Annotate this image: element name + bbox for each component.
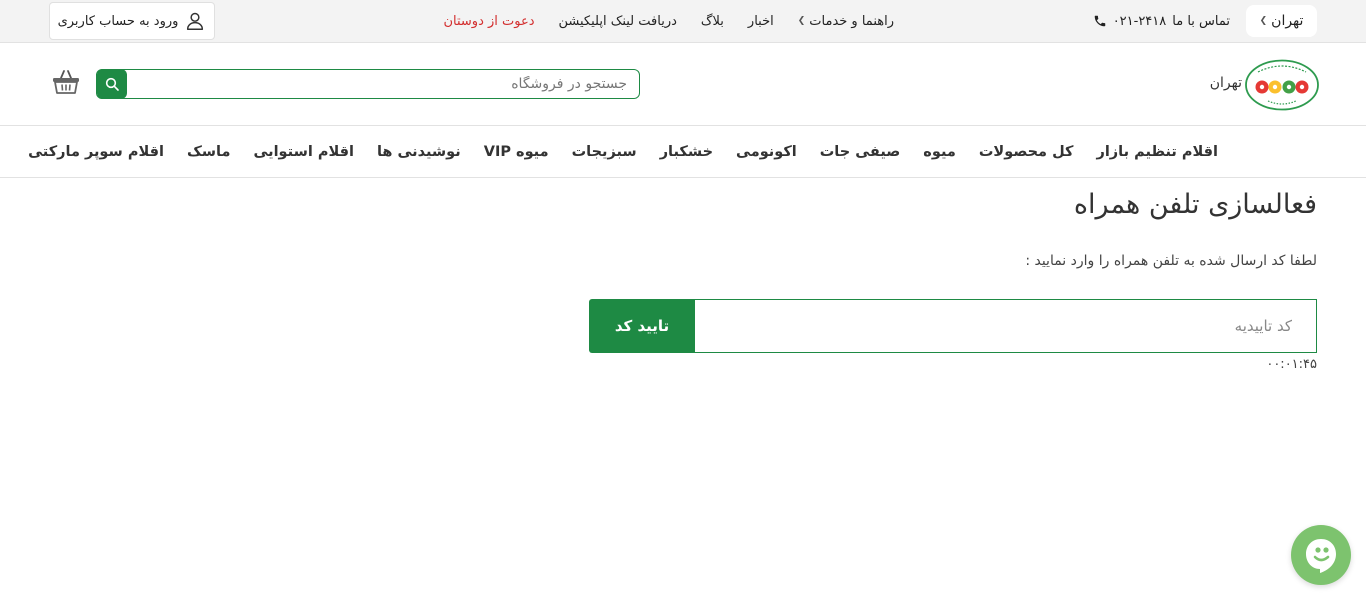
city-selector[interactable]: تهران ❯ <box>1246 5 1317 37</box>
category-item[interactable]: اکونومی <box>736 144 797 160</box>
category-item[interactable]: اقلام استوایی <box>253 144 353 160</box>
category-item[interactable]: میوه VIP <box>484 144 549 160</box>
category-item[interactable]: اقلام تنظیم بازار <box>1096 144 1218 160</box>
city-selector-label: تهران <box>1271 13 1304 29</box>
login-label: ورود به حساب کاربری <box>57 13 179 29</box>
search-input[interactable] <box>126 70 639 98</box>
search-icon <box>105 77 119 91</box>
category-item[interactable]: میوه <box>923 144 956 160</box>
verification-form: تایید کد <box>589 299 1317 353</box>
nav-invite-friends[interactable]: دعوت از دوستان <box>443 14 534 29</box>
nav-blog[interactable]: بلاگ <box>701 14 724 29</box>
category-nav: اقلام تنظیم بازار کل محصولات میوه صیفی ج… <box>0 126 1366 178</box>
verification-code-input[interactable] <box>695 299 1317 353</box>
user-icon <box>187 12 204 30</box>
basket-icon[interactable] <box>52 69 80 95</box>
instruction-text: لطفا کد ارسال شده به تلفن همراه را وارد … <box>1025 253 1317 269</box>
nav-guide-services[interactable]: راهنما و خدمات ❯ <box>798 14 894 29</box>
search-bar <box>96 69 640 99</box>
logo-city: تهران <box>1209 75 1242 91</box>
page-title: فعالسازی تلفن همراه <box>1073 189 1317 220</box>
top-bar: تهران ❯ تماس با ما ۰۲۱-۲۴۱۸ راهنما و خدم… <box>0 0 1366 43</box>
nav-news[interactable]: اخبار <box>748 14 774 29</box>
phone-icon <box>1094 15 1105 27</box>
chat-icon <box>1306 539 1336 573</box>
search-button[interactable] <box>97 69 127 99</box>
store-logo[interactable] <box>1244 59 1320 111</box>
confirm-code-button[interactable]: تایید کد <box>589 299 695 353</box>
chevron-down-icon: ❯ <box>797 16 806 26</box>
category-item[interactable]: ماسک <box>187 144 231 160</box>
site-header: تهران <box>0 43 1366 126</box>
category-item[interactable]: نوشیدنی ها <box>377 144 461 160</box>
category-item[interactable]: اقلام سوپر مارکتی <box>28 144 164 160</box>
top-nav: راهنما و خدمات ❯ اخبار بلاگ دریافت لینک … <box>443 12 894 30</box>
contact-label: تماس با ما <box>1172 13 1230 29</box>
chevron-down-icon: ❯ <box>1259 16 1268 26</box>
contact-us[interactable]: تماس با ما ۰۲۱-۲۴۱۸ <box>1093 12 1230 30</box>
contact-phone: ۰۲۱-۲۴۱۸ <box>1112 13 1167 29</box>
nav-app-link[interactable]: دریافت لینک اپلیکیشن <box>559 14 677 29</box>
category-item[interactable]: کل محصولات <box>979 144 1074 160</box>
countdown-timer: ۰۰:۰۱:۴۵ <box>1266 357 1317 372</box>
category-item[interactable]: صیفی جات <box>820 144 901 160</box>
category-item[interactable]: سبزیجات <box>572 144 637 160</box>
nav-guide-label: راهنما و خدمات <box>809 13 894 29</box>
chat-widget-button[interactable] <box>1291 525 1351 585</box>
login-button[interactable]: ورود به حساب کاربری <box>49 2 215 40</box>
category-item[interactable]: خشکبار <box>660 144 713 160</box>
